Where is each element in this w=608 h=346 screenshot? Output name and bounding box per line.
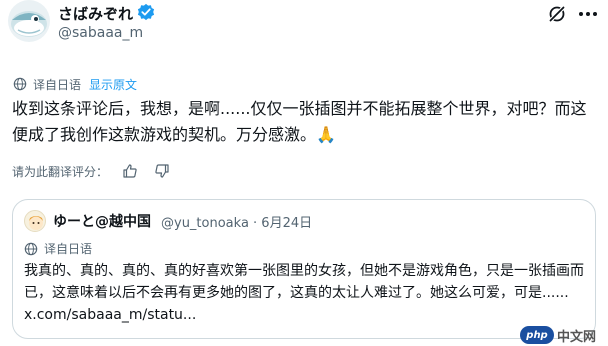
quote-translation-bar: 译自日语 [24, 240, 92, 257]
thumbs-up-icon[interactable] [122, 163, 138, 179]
quote-author-avatar[interactable] [24, 210, 46, 232]
anime-avatar-icon [29, 216, 43, 230]
tweet-text: 收到这条评论后，我想，是啊......仅仅一张插图并不能拓展整个世界，对吧？而这… [12, 99, 587, 144]
author-avatar[interactable] [8, 0, 50, 42]
quote-author-name: ゆーと@越中国 [53, 214, 151, 230]
watermark-text: 中文网 [557, 329, 597, 345]
thumbs-down-icon[interactable] [154, 163, 170, 179]
translated-from-label: 译自日语 [33, 77, 82, 92]
php-logo: php [520, 326, 554, 344]
grok-icon[interactable] [547, 4, 567, 24]
globe-icon [13, 77, 27, 91]
globe-icon [24, 242, 38, 255]
quote-translated-label: 译自日语 [44, 242, 93, 256]
quote-text: 我真的、真的、真的、真的好喜欢第一张图里的女孩，但她不是游戏角色，只是一张插画而… [24, 263, 584, 323]
fish-avatar-icon [11, 11, 47, 37]
translation-bar: 译自日语 显示原文 [13, 75, 137, 93]
more-options-icon[interactable] [577, 4, 599, 24]
verified-badge-icon [137, 3, 155, 21]
author-handle[interactable]: @sabaaa_m [58, 25, 143, 41]
tweet-header: さばみぞれ @sabaaa_m [0, 0, 608, 50]
quote-author-meta: @yu_tonoaka · 6月24日 [161, 216, 313, 231]
quoted-tweet[interactable]: ゆーと@越中国 @yu_tonoaka · 6月24日 译自日语 我真的、真的、… [12, 199, 596, 339]
show-original-link[interactable]: 显示原文 [89, 76, 137, 93]
author-display-name[interactable]: さばみぞれ [58, 3, 133, 24]
rate-translation-label: 请为此翻译评分： [12, 164, 109, 179]
rate-translation: 请为此翻译评分： [12, 161, 170, 181]
site-watermark: php 中文网 [520, 325, 596, 345]
